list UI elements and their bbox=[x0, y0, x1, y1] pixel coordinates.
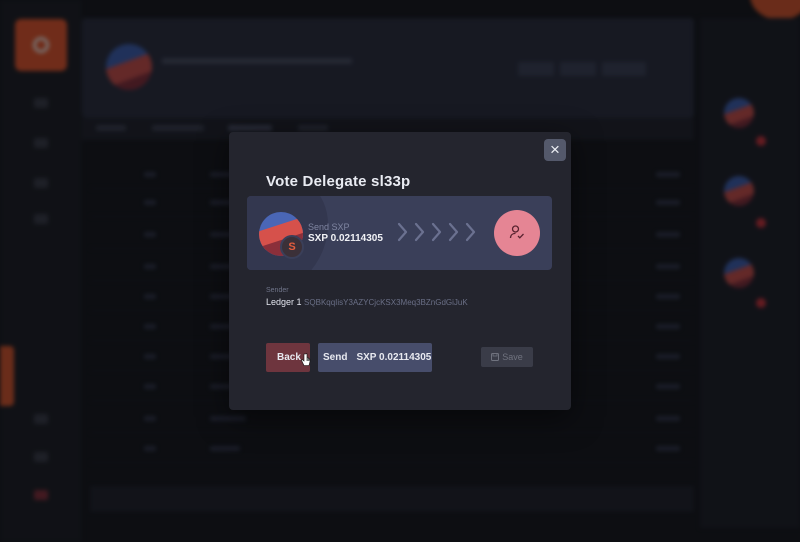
send-button-label: Send bbox=[323, 352, 348, 363]
sxp-coin-icon: S bbox=[280, 235, 304, 259]
send-button-amount: SXP 0.02114305 bbox=[356, 352, 432, 363]
chevron-right-icon bbox=[395, 220, 485, 250]
transfer-card: S Send SXP SXP 0.02114305 bbox=[247, 196, 552, 270]
save-icon bbox=[491, 353, 500, 361]
send-amount: SXP 0.02114305 bbox=[308, 233, 383, 244]
user-check-icon bbox=[509, 225, 524, 239]
modal-title: Vote Delegate sl33p bbox=[266, 173, 411, 190]
save-button[interactable]: Save bbox=[481, 347, 533, 367]
close-icon: × bbox=[550, 140, 560, 159]
sender-address: SQBKqqIisY3AZYCjcKSX3Meq3BZnGdGiJuK bbox=[304, 298, 468, 307]
sender-caption: Sender bbox=[266, 287, 289, 294]
delegate-avatar bbox=[494, 210, 540, 256]
sender-info: Ledger 1 SQBKqqIisY3AZYCjcKSX3Meq3BZnGdG… bbox=[266, 297, 468, 307]
hand-cursor-icon bbox=[301, 353, 311, 366]
save-button-label: Save bbox=[502, 352, 523, 362]
send-button[interactable]: Send SXP 0.02114305 bbox=[318, 343, 432, 372]
send-label: Send SXP bbox=[308, 222, 350, 232]
vote-delegate-modal: × Vote Delegate sl33p S Send SXP SXP 0.0… bbox=[229, 132, 571, 410]
sender-name: Ledger 1 bbox=[266, 297, 302, 307]
close-button[interactable]: × bbox=[544, 139, 566, 161]
